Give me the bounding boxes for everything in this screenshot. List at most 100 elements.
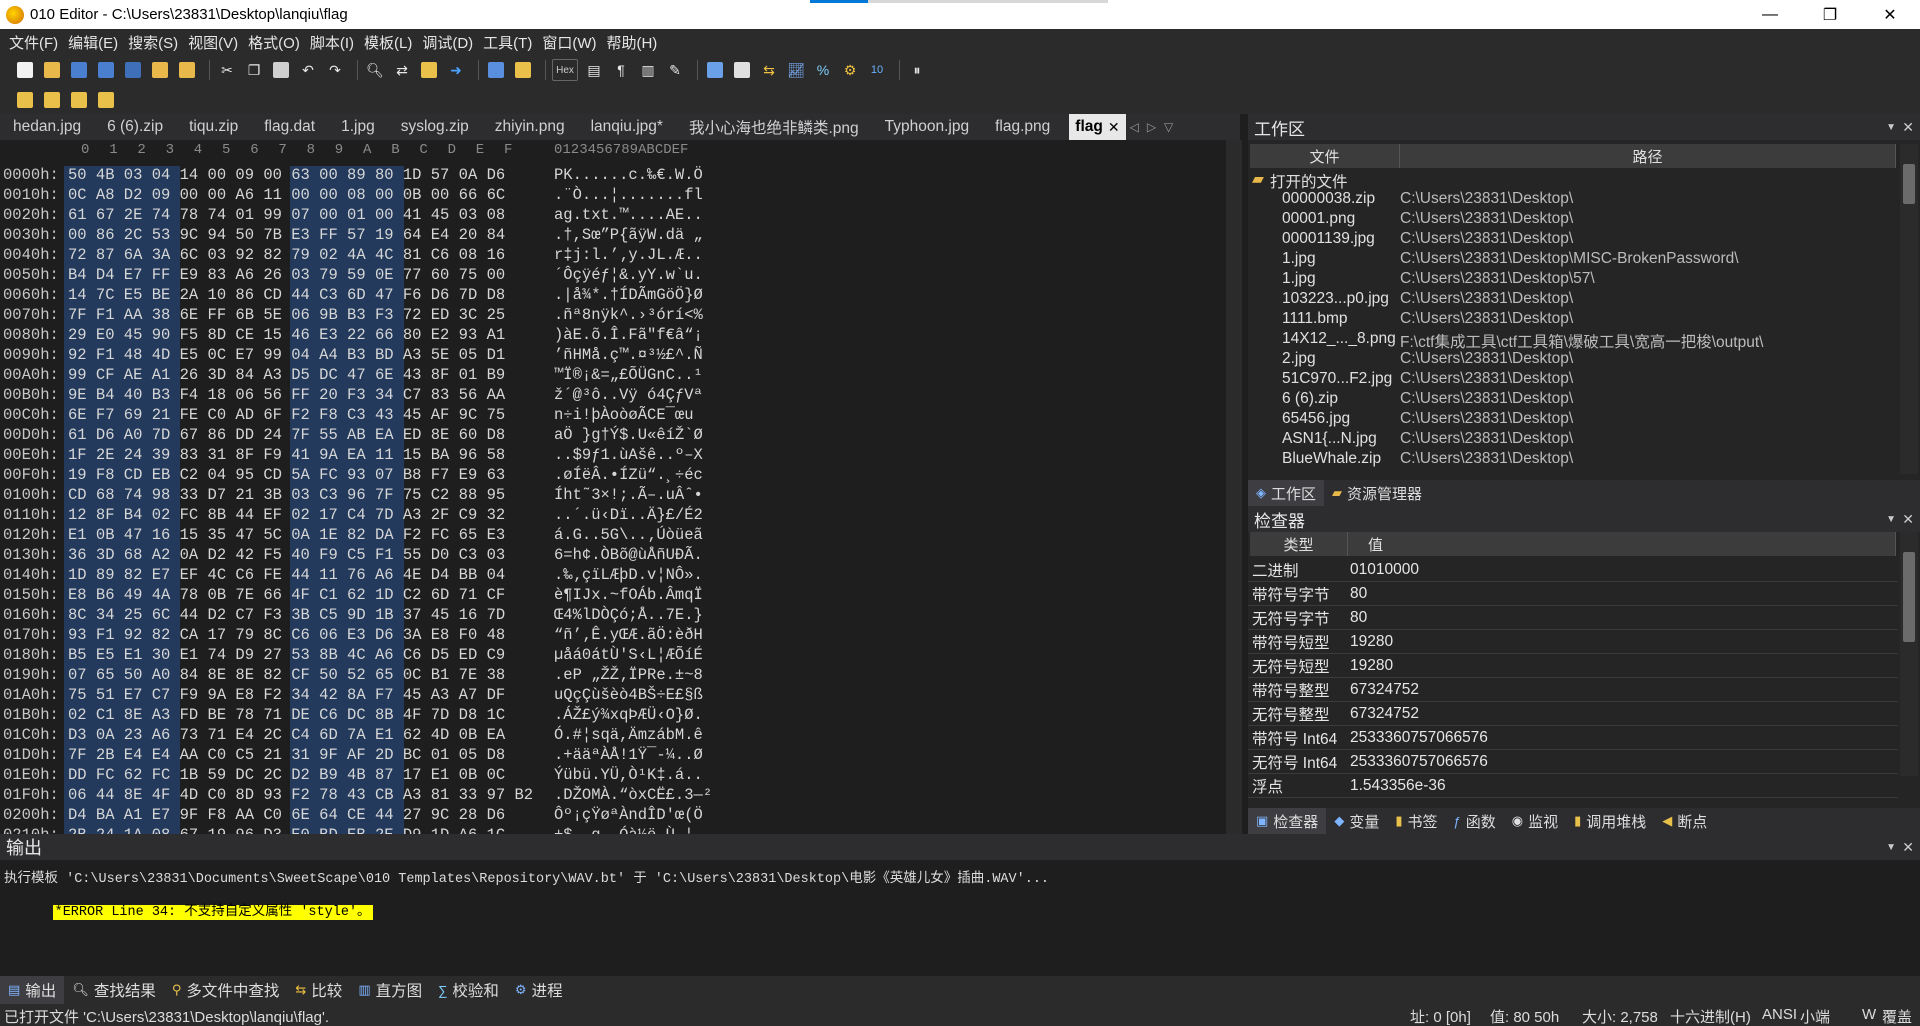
text-mode-icon[interactable]: ▤ [583, 59, 605, 81]
inspector-value[interactable]: 19280 [1346, 657, 1393, 675]
hex-ascii[interactable]: ž´@³ô..Vÿ ó4ÇƒVª [554, 386, 703, 404]
hex-row[interactable]: 0140h: 1D 89 82 E7 EF 4C C6 FE 44 11 76 A… [0, 566, 1224, 586]
pause-icon[interactable]: ⏸ [906, 59, 928, 81]
hex-bytes[interactable]: 00 86 2C 53 9C 94 50 7B E3 FF 57 19 64 E… [68, 226, 505, 244]
hex-bytes[interactable]: 1D 89 82 E7 EF 4C C6 FE 44 11 76 A6 4E D… [68, 566, 505, 584]
hex-bytes[interactable]: 93 F1 92 82 CA 17 79 8C C6 06 E3 D6 3A E… [68, 626, 505, 644]
inspector-value[interactable]: 80 [1346, 609, 1367, 627]
run-script-icon[interactable] [485, 59, 507, 81]
tab-compare[interactable]: ⇆ 比较 [287, 976, 350, 1004]
list-item[interactable]: BlueWhale.zip C:\Users\23831\Desktop\ [1248, 450, 1898, 470]
hex-ascii[interactable]: .ÁŽ£ý¾xqÞÆÜ‹O}Ø. [554, 706, 703, 724]
hex-row[interactable]: 0080h: 29 E0 45 90 F5 8D CE 15 46 E3 22 6… [0, 326, 1224, 346]
hex-row[interactable]: 0120h: E1 0B 47 16 15 35 47 5C 0A 1E 82 D… [0, 526, 1224, 546]
template-run-icon[interactable] [14, 89, 36, 111]
hex-bytes[interactable]: 8C 34 25 6C 44 D2 C7 F3 3B C5 9D 1B 37 4… [68, 606, 505, 624]
hex-bytes[interactable]: D4 BA A1 E7 9F F8 AA C0 6E 64 CE 44 27 9… [68, 806, 505, 824]
list-item[interactable]: 103223...p0.jpg C:\Users\23831\Desktop\ [1248, 290, 1898, 310]
hex-ascii[interactable]: Œ4%lDÒÇó;Å..7E.} [554, 606, 703, 624]
new-file-icon[interactable] [14, 59, 36, 81]
hex-bytes[interactable]: 02 C1 8E A3 FD BE 78 71 DE C6 DC 8B 4F 7… [68, 706, 505, 724]
calculator-icon[interactable] [704, 59, 726, 81]
hex-row[interactable]: 01B0h: 02 C1 8E A3 FD BE 78 71 DE C6 DC 8… [0, 706, 1224, 726]
table-row[interactable]: 二进制 01010000 [1248, 558, 1898, 582]
tab-processes[interactable]: ⚙ 进程 [507, 976, 571, 1004]
checksum-icon[interactable]: % [812, 59, 834, 81]
hex-row[interactable]: 0030h: 00 86 2C 53 9C 94 50 7B E3 FF 57 1… [0, 226, 1224, 246]
list-item[interactable]: 1111.bmp C:\Users\23831\Desktop\ [1248, 310, 1898, 330]
hex-row[interactable]: 0000h: 50 4B 03 04 14 00 09 00 63 00 89 8… [0, 166, 1224, 186]
hex-bytes[interactable]: E1 0B 47 16 15 35 47 5C 0A 1E 82 DA F2 F… [68, 526, 505, 544]
hex-row[interactable]: 0130h: 36 3D 68 A2 0A D2 42 F5 40 F9 C5 F… [0, 546, 1224, 566]
hex-row[interactable]: 01E0h: DD FC 62 FC 1B 59 DC 2C D2 B9 4B 8… [0, 766, 1224, 786]
hex-ascii[interactable]: .DŽOMÀ.“òxCË£.3—² [554, 786, 712, 804]
hex-ascii[interactable]: .øÍëÂ.•ÍZü“.¸÷éc [554, 466, 703, 484]
list-item[interactable]: 00001.png C:\Users\23831\Desktop\ [1248, 210, 1898, 230]
hex-row[interactable]: 0190h: 07 65 50 A0 84 8E 8E 82 CF 50 52 6… [0, 666, 1224, 686]
compare-icon[interactable]: ⇆ [758, 59, 780, 81]
hex-ascii[interactable]: Íht˜3×!;.Ã–.uÂˆ• [554, 486, 703, 504]
hex-row[interactable]: 0170h: 93 F1 92 82 CA 17 79 8C C6 06 E3 D… [0, 626, 1224, 646]
hex-row[interactable]: 0020h: 61 67 2E 74 78 74 01 99 07 00 01 0… [0, 206, 1224, 226]
workspace-icon[interactable] [176, 59, 198, 81]
template-list-icon[interactable] [68, 89, 90, 111]
tab-functions[interactable]: ƒ 函数 [1446, 808, 1504, 834]
hex-ascii[interactable]: uQçÇùšèò4BŠ÷E£§ß [554, 686, 703, 704]
hex-bytes[interactable]: 99 CF AE A1 26 3D 84 A3 D5 DC 47 6E 43 8… [68, 366, 505, 384]
hex-ascii[interactable]: .|å¾*.†ÍDÃmGöÖ}Ø [554, 286, 703, 304]
hex-mode-button[interactable]: Hex [552, 59, 578, 81]
tab-watch[interactable]: ◉ 监视 [1504, 808, 1566, 834]
close-tab-icon[interactable]: ✕ [1108, 119, 1120, 136]
processes-icon[interactable]: ⚙ [839, 59, 861, 81]
inspector-value[interactable]: 80 [1346, 585, 1367, 603]
list-item[interactable]: 1.jpg C:\Users\23831\Desktop\57\ [1248, 270, 1898, 290]
minimize-button[interactable]: — [1740, 0, 1800, 29]
menu-window[interactable]: 窗口(W) [537, 32, 601, 53]
status-overwrite[interactable]: 覆盖 [1882, 1006, 1912, 1026]
inspector-scrollbar[interactable] [1900, 532, 1918, 776]
list-item[interactable]: 51C970...F2.jpg C:\Users\23831\Desktop\ [1248, 370, 1898, 390]
hex-row[interactable]: 0050h: B4 D4 E7 FF E9 83 A6 26 03 79 59 0… [0, 266, 1224, 286]
hex-bytes[interactable]: 06 44 8E 4F 4D C0 8D 93 F2 78 43 CB A3 8… [68, 786, 533, 804]
hex-bytes[interactable]: 0C A8 D2 09 00 00 A6 11 00 00 08 00 0B 0… [68, 186, 505, 204]
hex-ascii[interactable]: ™Ï®¡&=„£ÕÜGnC..¹ [554, 366, 703, 384]
hex-bytes[interactable]: 72 87 6A 3A 6C 03 92 82 79 02 4A 4C 81 C… [68, 246, 505, 264]
status-endian[interactable]: 小端 [1800, 1006, 1830, 1026]
hex-row[interactable]: 0200h: D4 BA A1 E7 9F F8 AA C0 6E 64 CE 4… [0, 806, 1224, 826]
hex-ascii[interactable]: 6=h¢.ÒBõ@ùÅñUÐÃ. [554, 546, 703, 564]
status-encoding[interactable]: ANSI [1762, 1006, 1797, 1023]
panel-pin-icon[interactable]: ▼ [1886, 122, 1896, 133]
hex-ascii[interactable]: .eP „ŽŽ‚ÏPRe.±~8 [554, 666, 703, 684]
tab-typhoon-jpg[interactable]: Typhoon.jpg [872, 114, 982, 140]
hex-bytes[interactable]: 7F 2B E4 E4 AA C0 C5 21 31 9F AF 2D BC 0… [68, 746, 505, 764]
hex-row[interactable]: 0150h: E8 B6 49 4A 78 0B 7E 66 4F C1 62 1… [0, 586, 1224, 606]
hex-row[interactable]: 00E0h: 1F 2E 24 39 83 31 8F F9 41 9A EA 1… [0, 446, 1224, 466]
hex-bytes[interactable]: DD FC 62 FC 1B 59 DC 2C D2 B9 4B 87 17 E… [68, 766, 505, 784]
col-type[interactable]: 类型 [1250, 532, 1348, 556]
table-row[interactable]: 带符号 Int64 2533360757066576 [1248, 726, 1898, 750]
hex-bytes[interactable]: 6E F7 69 21 FE C0 AD 6F F2 F8 C3 43 45 A… [68, 406, 505, 424]
tab-list-icon[interactable]: ▽ [1160, 114, 1177, 140]
hex-bytes[interactable]: 50 4B 03 04 14 00 09 00 63 00 89 80 1D 5… [68, 166, 505, 184]
table-row[interactable]: 无符号短型 19280 [1248, 654, 1898, 678]
menu-scripts[interactable]: 脚本(I) [305, 32, 359, 53]
tab-hedan-jpg[interactable]: hedan.jpg [0, 114, 94, 140]
col-file[interactable]: 文件 [1250, 144, 1400, 168]
inspector-value[interactable]: 19280 [1346, 633, 1393, 651]
hex-ascii[interactable]: )àE.õ.Î.Fã"f€â“¡ [554, 326, 703, 344]
find-icon[interactable]: 🔍︎ [364, 59, 386, 81]
cut-icon[interactable]: ✂ [216, 59, 238, 81]
tab-inspector[interactable]: ▣ 检查器 [1248, 808, 1327, 834]
tab-find-results[interactable]: 🔍︎ 查找结果 [64, 976, 164, 1004]
panel-close-icon[interactable]: ✕ [1902, 511, 1914, 528]
hex-bytes[interactable]: 92 F1 48 4D E5 0C E7 99 04 A4 B3 BD A3 5… [68, 346, 505, 364]
list-item[interactable]: 65456.jpg C:\Users\23831\Desktop\ [1248, 410, 1898, 430]
tab-output[interactable]: ▤ 输出 [0, 976, 65, 1004]
hex-row[interactable]: 0040h: 72 87 6A 3A 6C 03 92 82 79 02 4A 4… [0, 246, 1224, 266]
base-converter-icon[interactable]: 10 [866, 59, 888, 81]
hex-bytes[interactable]: B5 E5 E1 30 E1 74 D9 27 53 8B 4C A6 C6 D… [68, 646, 505, 664]
tab-find-in-files[interactable]: ⚲ 多文件中查找 [164, 976, 288, 1004]
hex-bytes[interactable]: 61 D6 A0 7D 67 86 DD 24 7F 55 AB EA ED 8… [68, 426, 505, 444]
save-all-icon[interactable] [122, 59, 144, 81]
inspector-value[interactable]: 67324752 [1346, 681, 1419, 699]
